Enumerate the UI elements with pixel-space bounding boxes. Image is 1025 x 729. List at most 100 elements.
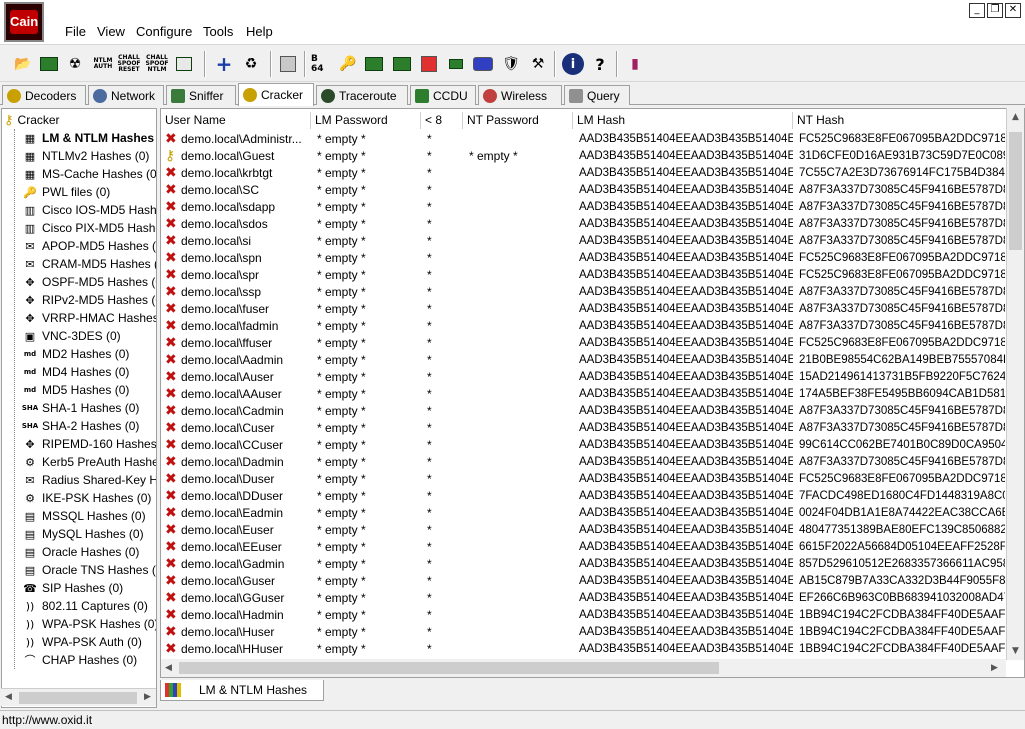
tree-scroll-thumb[interactable] [19, 692, 137, 704]
table-row[interactable]: ✖demo.local\AAuser* empty **AAD3B435B514… [161, 386, 1025, 403]
table-row[interactable]: ✖demo.local\Huser* empty **AAD3B435B5140… [161, 624, 1025, 641]
scroll-left-icon[interactable]: ◀ [165, 663, 172, 673]
tree-item[interactable]: ✥RIPEMD-160 Hashes [22, 435, 157, 453]
menu-help[interactable]: Help [246, 24, 273, 40]
tab-decoders[interactable]: Decoders [2, 85, 86, 105]
tab-cracker[interactable]: Cracker [238, 83, 314, 106]
scroll-right-icon[interactable]: ▶ [991, 663, 998, 673]
menu-configure[interactable]: Configure [136, 24, 192, 40]
table-row[interactable]: ✖demo.local\si* empty **AAD3B435B51404EE… [161, 233, 1025, 250]
tree-item[interactable]: ))802.11 Captures (0) [22, 597, 148, 615]
table-row[interactable]: ✖demo.local\ssp* empty **AAD3B435B51404E… [161, 284, 1025, 301]
tools-icon[interactable]: ⚒ [527, 53, 549, 75]
close-button[interactable]: ✕ [1005, 3, 1021, 18]
tree-item[interactable]: ▦NTLMv2 Hashes (0) [22, 147, 149, 165]
tab-network[interactable]: Network [88, 85, 164, 105]
table-row[interactable]: ✖demo.local\Eadmin* empty **AAD3B435B514… [161, 505, 1025, 522]
table-row[interactable]: ✖demo.local\HHuser* empty **AAD3B435B514… [161, 641, 1025, 658]
table-row[interactable]: ✖demo.local\GGuser* empty **AAD3B435B514… [161, 590, 1025, 607]
minimize-button[interactable]: _ [969, 3, 985, 18]
exit-icon[interactable]: ▮ [624, 53, 646, 75]
table-row[interactable]: ✖demo.local\Hadmin* empty **AAD3B435B514… [161, 607, 1025, 624]
chall-spoof-ntlm-icon[interactable]: CHALL SPOOF NTLM [146, 53, 168, 75]
tree-item[interactable]: ✥VRRP-HMAC Hashes [22, 309, 157, 327]
table-row[interactable]: ✖demo.local\spn* empty **AAD3B435B51404E… [161, 250, 1025, 267]
table-row[interactable]: ✖demo.local\Aadmin* empty **AAD3B435B514… [161, 352, 1025, 369]
table-row[interactable]: ⚷demo.local\Guest* empty *** empty *AAD3… [161, 148, 1025, 165]
tree-item[interactable]: ▤MSSQL Hashes (0) [22, 507, 146, 525]
table-row[interactable]: ✖demo.local\Duser* empty **AAD3B435B5140… [161, 471, 1025, 488]
table-hscroll-thumb[interactable] [179, 662, 719, 674]
tree-item[interactable]: ▤MySQL Hashes (0) [22, 525, 144, 543]
table-row[interactable]: ✖demo.local\Guser* empty **AAD3B435B5140… [161, 573, 1025, 590]
tab-wireless[interactable]: Wireless [478, 85, 562, 105]
restore-button[interactable]: ❐ [987, 3, 1003, 18]
menu-view[interactable]: View [97, 24, 125, 40]
network-card-icon[interactable] [38, 53, 60, 75]
col-nt-password[interactable]: NT Password [463, 112, 573, 129]
col-user-name[interactable]: User Name [161, 112, 311, 129]
scroll-right-icon[interactable]: ▶ [144, 692, 151, 702]
open-folder-icon[interactable]: 📂 [12, 53, 34, 75]
info-icon[interactable]: i [562, 53, 584, 75]
menu-tools[interactable]: Tools [203, 24, 233, 40]
table-row[interactable]: ✖demo.local\DDuser* empty **AAD3B435B514… [161, 488, 1025, 505]
tree-item[interactable]: ▥Cisco PIX-MD5 Hashes [22, 219, 157, 237]
tree-item[interactable]: ▦LM & NTLM Hashes [22, 129, 154, 147]
tree-item[interactable]: ☎SIP Hashes (0) [22, 579, 123, 597]
table-row[interactable]: ✖demo.local\EEuser* empty **AAD3B435B514… [161, 539, 1025, 556]
table-row[interactable]: ✖demo.local\sdos* empty **AAD3B435B51404… [161, 216, 1025, 233]
chip-icon-2[interactable] [391, 53, 413, 75]
tree-item[interactable]: SHASHA-2 Hashes (0) [22, 417, 139, 435]
tree-item[interactable]: ✉APOP-MD5 Hashes (0) [22, 237, 157, 255]
table-row[interactable]: ✖demo.local\Euser* empty **AAD3B435B5140… [161, 522, 1025, 539]
tree-item[interactable]: mdMD4 Hashes (0) [22, 363, 129, 381]
table-row[interactable]: ✖demo.local\Auser* empty **AAD3B435B5140… [161, 369, 1025, 386]
help-icon[interactable]: ? [589, 53, 611, 75]
chip-icon-1[interactable] [363, 53, 385, 75]
table-row[interactable]: ✖demo.local\Cuser* empty **AAD3B435B5140… [161, 420, 1025, 437]
table-row[interactable]: ✖demo.local\Cadmin* empty **AAD3B435B514… [161, 403, 1025, 420]
tree-item[interactable]: ▤Oracle TNS Hashes (0) [22, 561, 157, 579]
col-lm-password[interactable]: LM Password [311, 112, 421, 129]
tab-query[interactable]: Query [564, 85, 630, 105]
menu-file[interactable]: File [65, 24, 86, 40]
table-row[interactable]: ✖demo.local\krbtgt* empty **AAD3B435B514… [161, 165, 1025, 182]
table-row[interactable]: ✖demo.local\fadmin* empty **AAD3B435B514… [161, 318, 1025, 335]
table-row[interactable]: ✖demo.local\fuser* empty **AAD3B435B5140… [161, 301, 1025, 318]
tree-item[interactable]: ▣VNC-3DES (0) [22, 327, 121, 345]
table-horizontal-scrollbar[interactable]: ◀ ▶ [161, 659, 1006, 677]
tree-item[interactable]: SHASHA-1 Hashes (0) [22, 399, 139, 417]
base64-icon[interactable]: B 64 [311, 53, 333, 75]
tree-item[interactable]: ✉CRAM-MD5 Hashes (0) [22, 255, 157, 273]
table-row[interactable]: ✖demo.local\CCuser* empty **AAD3B435B514… [161, 437, 1025, 454]
table-row[interactable]: ✖demo.local\Dadmin* empty **AAD3B435B514… [161, 454, 1025, 471]
table-row[interactable]: ✖demo.local\Administr...* empty **AAD3B4… [161, 131, 1025, 148]
tree-item[interactable]: ))WPA-PSK Auth (0) [22, 633, 142, 651]
table-row[interactable]: ✖demo.local\sdapp* empty **AAD3B435B5140… [161, 199, 1025, 216]
recycle-icon[interactable]: ♻ [240, 53, 262, 75]
scroll-up-icon[interactable]: ▲ [1012, 112, 1019, 122]
tree-item[interactable]: ))WPA-PSK Hashes (0) [22, 615, 157, 633]
tree-item[interactable]: ✉Radius Shared-Key H [22, 471, 157, 489]
tab-ccdu[interactable]: CCDU [410, 85, 476, 105]
add-icon[interactable]: + [213, 53, 235, 75]
scroll-down-icon[interactable]: ▼ [1012, 646, 1019, 656]
tree-item[interactable]: ▦MS-Cache Hashes (0) [22, 165, 157, 183]
chip-icon-3[interactable] [445, 53, 467, 75]
table-vscroll-thumb[interactable] [1009, 132, 1022, 250]
tree-item[interactable]: ▥Cisco IOS-MD5 Hashes [22, 201, 157, 219]
chall-spoof-reset-icon[interactable]: CHALL SPOOF RESET [118, 53, 140, 75]
tree-item[interactable]: ▤Oracle Hashes (0) [22, 543, 139, 561]
table-row[interactable]: ✖demo.local\Gadmin* empty **AAD3B435B514… [161, 556, 1025, 573]
tree-item[interactable]: ✥OSPF-MD5 Hashes (0) [22, 273, 157, 291]
tree-item[interactable]: ✥RIPv2-MD5 Hashes (0) [22, 291, 157, 309]
col-less-than-8[interactable]: < 8 [421, 112, 463, 129]
col-lm-hash[interactable]: LM Hash [573, 112, 793, 129]
tree-item[interactable]: ⚙Kerb5 PreAuth Hashes [22, 453, 157, 471]
table-row[interactable]: ✖demo.local\spr* empty **AAD3B435B51404E… [161, 267, 1025, 284]
tab-traceroute[interactable]: Traceroute [316, 85, 408, 105]
tree-item[interactable]: ⌒CHAP Hashes (0) [22, 651, 137, 669]
cracker-tree[interactable]: ⚷ Cracker ▦LM & NTLM Hashes▦NTLMv2 Hashe… [1, 108, 157, 708]
ntlm-auth-icon[interactable]: NTLM AUTH [92, 53, 114, 75]
